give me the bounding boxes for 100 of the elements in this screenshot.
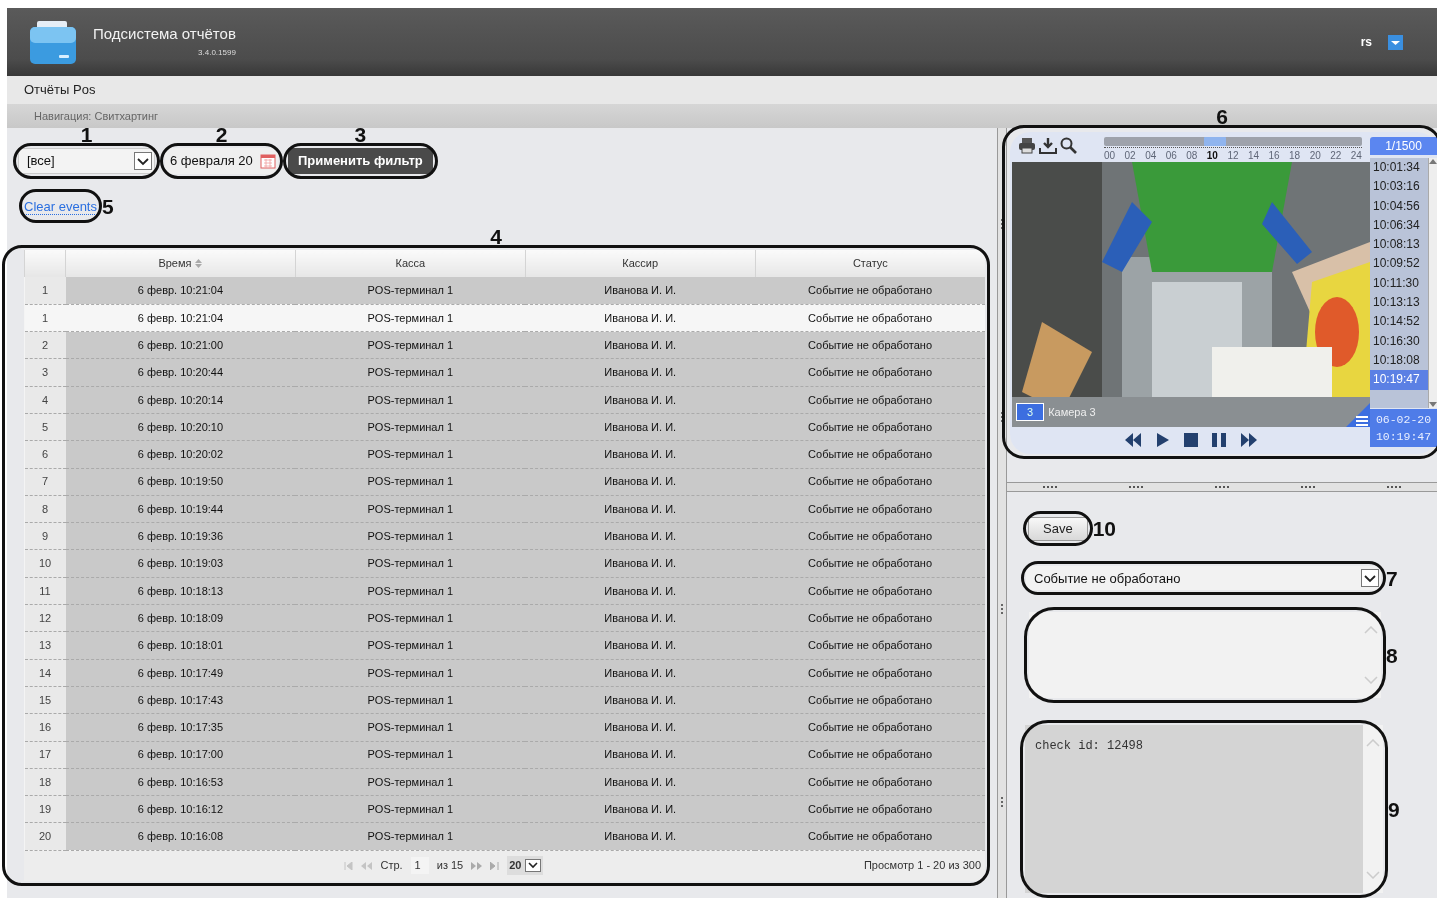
print-icon[interactable] xyxy=(1018,137,1036,154)
table-cell: Событие не обработано xyxy=(808,448,933,461)
apply-filter-button[interactable]: Применить фильтр xyxy=(288,148,433,174)
table-cell: POS-терминал 1 xyxy=(367,611,454,624)
table-cell: Иванова И. И. xyxy=(604,666,677,679)
table-row[interactable]: 12 6 февр. 10:18:09 POS-терминал 1 Иванова И. И. Событие не обработано xyxy=(24,604,985,632)
timeline-label: 04 xyxy=(1145,149,1157,163)
calendar-icon[interactable] xyxy=(260,153,276,169)
dropdown-icon[interactable] xyxy=(1388,34,1403,50)
table-row[interactable]: 4 6 февр. 10:20:14 POS-терминал 1 Иванова И. И. Событие не обработано xyxy=(24,386,985,414)
table-row[interactable]: 2 6 февр. 10:21:00 POS-терминал 1 Иванова И. И. Событие не обработано xyxy=(24,331,985,359)
app-title: Подсистема отчётов xyxy=(93,25,236,41)
time-label: 10:19:47 xyxy=(1374,429,1433,445)
table-cell: 6 февр. 10:21:04 xyxy=(137,284,224,297)
table-row[interactable]: 10 6 февр. 10:19:03 POS-терминал 1 Иванова И. И. Событие не обработано xyxy=(24,549,985,578)
table-row[interactable]: 19 6 февр. 10:16:12 POS-терминал 1 Иванова И. И. Событие не обработано xyxy=(24,795,985,823)
table-cell: Иванова И. И. xyxy=(604,803,677,816)
time-list-item[interactable]: 10:08:13 xyxy=(1370,235,1428,255)
time-list-item[interactable]: 10:18:08 xyxy=(1370,350,1428,371)
status-select[interactable]: Событие не обработано xyxy=(1026,566,1381,591)
table-cell: 6 февр. 10:16:53 xyxy=(137,775,224,788)
page-size-select[interactable]: 20 xyxy=(507,856,544,875)
table-cell: 6 февр. 10:19:44 xyxy=(137,502,224,515)
fast-forward-icon[interactable] xyxy=(1240,433,1258,447)
time-list-item[interactable]: 10:01:34 xyxy=(1370,158,1428,178)
table-cell: POS-терминал 1 xyxy=(367,339,454,351)
table-cell: POS-терминал 1 xyxy=(367,420,454,433)
time-list-item[interactable]: 10:14:52 xyxy=(1370,312,1428,332)
page-field[interactable]: 1 xyxy=(410,857,429,874)
pause-icon[interactable] xyxy=(1212,433,1226,447)
table-row[interactable]: 5 6 февр. 10:20:10 POS-терминал 1 Иванова И. И. Событие не обработано xyxy=(24,413,985,441)
time-list-item[interactable]: 10:11:30 xyxy=(1370,273,1428,294)
table-row[interactable]: 1 6 февр. 10:21:04 POS-терминал 1 Иванова И. И. Событие не обработано xyxy=(24,304,985,332)
scrollbar[interactable] xyxy=(1428,158,1437,408)
time-list-item[interactable]: 10:19:47 xyxy=(1370,370,1428,390)
table-cell: Иванова И. И. xyxy=(604,611,677,624)
table-row[interactable]: 11 6 февр. 10:18:13 POS-терминал 1 Иванова И. И. Событие не обработано xyxy=(24,577,985,605)
table-cell: Иванова И. И. xyxy=(604,639,677,652)
table-cell: 6 февр. 10:18:09 xyxy=(137,611,224,624)
table-row[interactable]: 18 6 февр. 10:16:53 POS-терминал 1 Иванова И. И. Событие не обработано xyxy=(24,768,985,796)
table-row[interactable]: 3 6 февр. 10:20:44 POS-терминал 1 Иванова И. И. Событие не обработано xyxy=(24,358,985,387)
timeline-label: 22 xyxy=(1330,149,1342,163)
play-icon[interactable] xyxy=(1156,433,1170,447)
menu-icon[interactable] xyxy=(1346,403,1370,427)
clear-events-link[interactable]: Clear events xyxy=(24,199,97,215)
table-cell: POS-терминал 1 xyxy=(367,366,454,379)
table-row[interactable]: 14 6 февр. 10:17:49 POS-терминал 1 Иванова И. И. Событие не обработано xyxy=(24,659,985,687)
table-cell: 6 февр. 10:17:00 xyxy=(137,748,224,761)
download-icon[interactable] xyxy=(1039,137,1057,154)
table-cell: POS-терминал 1 xyxy=(367,584,454,597)
table-cell: Событие не обработано xyxy=(808,475,933,488)
rewind-icon[interactable] xyxy=(1124,433,1142,447)
table-row[interactable]: 16 6 февр. 10:17:35 POS-терминал 1 Иванова И. И. Событие не обработано xyxy=(24,713,985,742)
column-header[interactable]: Статус xyxy=(852,255,888,272)
timeline-track[interactable] xyxy=(1104,137,1362,146)
user-name[interactable]: rs xyxy=(1360,33,1372,51)
table-cell: 6 февр. 10:17:49 xyxy=(137,666,224,679)
date-field[interactable]: 6 февраля 20 xyxy=(165,148,278,174)
callout-number: 7 xyxy=(1386,567,1398,589)
table-cell: Иванова И. И. xyxy=(604,284,677,297)
timeline-label: 16 xyxy=(1268,149,1280,163)
row-number: 17 xyxy=(38,748,52,761)
time-list-item[interactable]: 10:03:16 xyxy=(1370,177,1428,197)
table-row[interactable]: 8 6 февр. 10:19:44 POS-терминал 1 Иванова И. И. Событие не обработано xyxy=(24,495,985,523)
row-number: 10 xyxy=(38,557,52,570)
device-select[interactable]: [все] xyxy=(18,148,155,174)
table-cell: POS-терминал 1 xyxy=(367,748,454,761)
table-row[interactable]: 9 6 февр. 10:19:36 POS-терминал 1 Иванова И. И. Событие не обработано xyxy=(24,522,985,550)
time-list-item[interactable]: 10:06:34 xyxy=(1370,215,1428,236)
callout-number: 1 xyxy=(80,124,93,145)
table-row[interactable]: 13 6 февр. 10:18:01 POS-терминал 1 Иванова И. И. Событие не обработано xyxy=(24,631,985,660)
view-summary: Просмотр 1 - 20 из 300 xyxy=(863,858,981,874)
callout-number: 9 xyxy=(1388,798,1400,820)
search-icon[interactable] xyxy=(1060,137,1077,154)
time-list-item[interactable]: 10:09:52 xyxy=(1370,254,1428,274)
table-cell: Событие не обработано xyxy=(808,557,933,570)
details-text: check id: 12498 xyxy=(1035,739,1144,754)
table-cell: POS-терминал 1 xyxy=(367,502,454,515)
scroll-up-icon[interactable] xyxy=(1429,158,1437,164)
time-list-item[interactable]: 10:16:30 xyxy=(1370,331,1428,351)
table-row[interactable]: 15 6 февр. 10:17:43 POS-терминал 1 Иванова И. И. Событие не обработано xyxy=(24,686,985,714)
table-cell: Событие не обработано xyxy=(808,775,933,788)
table-row[interactable]: 17 6 февр. 10:17:00 POS-терминал 1 Иванова И. И. Событие не обработано xyxy=(24,741,985,769)
save-button[interactable]: Save xyxy=(1028,517,1088,541)
row-number: 16 xyxy=(38,721,52,734)
table-cell: Иванова И. И. xyxy=(604,748,677,761)
table-row[interactable]: 7 6 февр. 10:19:50 POS-терминал 1 Иванова И. И. Событие не обработано xyxy=(24,468,985,496)
table-row[interactable]: 20 6 февр. 10:16:08 POS-терминал 1 Иванова И. И. Событие не обработано xyxy=(24,822,985,851)
table-cell: Событие не обработано xyxy=(808,339,933,351)
table-row[interactable]: 1 6 февр. 10:21:04 POS-терминал 1 Иванова И. И. Событие не обработано xyxy=(24,277,985,305)
table-row[interactable]: 6 6 февр. 10:20:02 POS-терминал 1 Иванова И. И. Событие не обработано xyxy=(24,440,985,469)
menu-item[interactable]: Отчёты Pos xyxy=(24,80,96,100)
row-number: 11 xyxy=(39,584,51,597)
column-header[interactable]: Время xyxy=(158,255,192,272)
column-header[interactable]: Кассир xyxy=(622,255,659,272)
time-list-item[interactable]: 10:13:13 xyxy=(1370,293,1428,313)
row-number: 13 xyxy=(38,639,52,652)
timeline-thumb[interactable] xyxy=(1203,137,1226,146)
time-list-item[interactable]: 10:04:56 xyxy=(1370,196,1428,216)
column-header[interactable]: Касса xyxy=(395,255,426,272)
